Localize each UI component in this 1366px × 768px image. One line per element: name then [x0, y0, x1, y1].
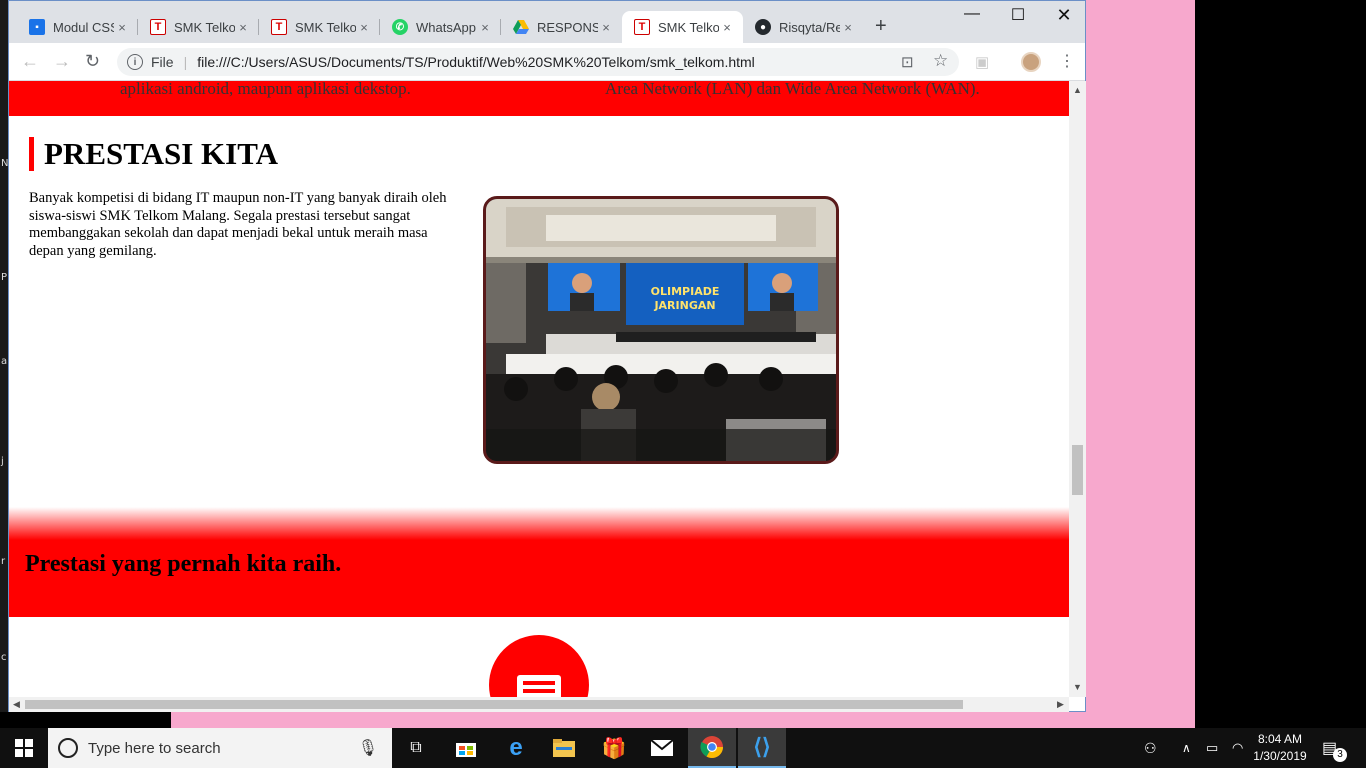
horizontal-scroll-thumb[interactable] [25, 700, 963, 709]
services-text-right: Area Network (LAN) dan Wide Area Network… [605, 81, 980, 98]
vertical-scrollbar[interactable]: ▲ ▼ [1069, 81, 1086, 697]
gift-app-icon[interactable]: 🎁 [590, 728, 638, 768]
taskbar: Type here to search 🎙 ⧉ e 🎁 ⟨⟩ ⚇ ∧ ▭ ◠ 8… [0, 728, 1366, 768]
search-placeholder: Type here to search [88, 739, 221, 757]
services-band: aplikasi android, maupun aplikasi deksto… [9, 81, 1069, 116]
achievement-photo: OLIMPIADE JARINGAN [483, 196, 839, 464]
back-icon[interactable]: ← [21, 51, 39, 72]
scroll-up-icon[interactable]: ▲ [1073, 85, 1082, 95]
tab-close-icon[interactable]: × [114, 20, 130, 35]
scroll-down-icon[interactable]: ▼ [1073, 682, 1082, 692]
github-icon: ● [755, 19, 771, 35]
photo-screen-title-top: OLIMPIADE [651, 285, 720, 298]
tab-close-icon[interactable]: × [840, 20, 856, 35]
tab-github[interactable]: ● Risqyta/Re × [743, 11, 864, 43]
tab-smk-telkom-2[interactable]: T SMK Telkom × [259, 11, 380, 43]
newspaper-icon [517, 675, 561, 697]
telkom-icon: T [150, 19, 166, 35]
tab-whatsapp[interactable]: ✆ WhatsApp × [380, 11, 501, 43]
minimize-icon[interactable]: — [949, 5, 995, 23]
tab-strip: ▪ Modul CSS × T SMK Telkom × T SMK Telko… [9, 1, 1085, 43]
reload-icon[interactable]: ↻ [85, 51, 100, 72]
tab-responsiv[interactable]: RESPONSIV × [501, 11, 622, 43]
translate-icon[interactable]: ⊡ [901, 53, 914, 71]
desktop-wallpaper-dark [1195, 0, 1366, 728]
tab-close-icon[interactable]: × [477, 20, 493, 35]
telkom-icon: T [271, 19, 287, 35]
profile-avatar[interactable] [1021, 52, 1041, 72]
event-photo-illustration: OLIMPIADE JARINGAN [486, 199, 836, 461]
menu-icon[interactable]: ⋮ [1059, 51, 1075, 71]
new-tab-button[interactable]: + [875, 15, 887, 38]
tab-smk-telkom-1[interactable]: T SMK Telkom × [138, 11, 259, 43]
telkom-icon: T [634, 19, 650, 35]
close-window-icon[interactable]: ✕ [1041, 5, 1087, 26]
clock-date: 1/30/2019 [1253, 749, 1307, 763]
edge-icon[interactable]: e [492, 728, 540, 768]
bookmark-star-icon[interactable]: ☆ [933, 51, 948, 71]
wifi-icon[interactable]: ◠ [1232, 728, 1243, 768]
task-view-icon[interactable]: ⧉ [392, 728, 440, 768]
tab-modul-css[interactable]: ▪ Modul CSS × [17, 11, 138, 43]
desktop-wallpaper-strip [0, 712, 171, 728]
services-text-left: aplikasi android, maupun aplikasi deksto… [120, 81, 411, 98]
store-icon[interactable] [442, 728, 490, 768]
forward-icon[interactable]: → [53, 51, 71, 72]
show-hidden-icons-chevron-icon[interactable]: ∧ [1182, 728, 1191, 768]
photo-screen-title-bottom: JARINGAN [653, 299, 715, 312]
start-button[interactable] [0, 728, 48, 768]
clock-time: 8:04 AM [1257, 732, 1303, 746]
url-text[interactable]: file:///C:/Users/ASUS/Documents/TS/Produ… [197, 54, 755, 70]
desktop-wallpaper [1086, 0, 1195, 728]
tab-close-icon[interactable]: × [235, 20, 251, 35]
news-circle-badge[interactable] [489, 635, 589, 697]
cortana-icon [58, 738, 78, 758]
tab-close-icon[interactable]: × [598, 20, 614, 35]
people-icon[interactable]: ⚇ [1144, 728, 1157, 768]
tab-close-icon[interactable]: × [356, 20, 372, 35]
file-explorer-icon[interactable] [540, 728, 588, 768]
address-bar[interactable]: i File | file:///C:/Users/ASUS/Documents… [117, 48, 959, 76]
achievements-band-text: Prestasi yang pernah kita raih. [25, 551, 342, 577]
battery-icon[interactable]: ▭ [1206, 728, 1218, 768]
section-description: Banyak kompetisi di bidang IT maupun non… [29, 190, 447, 259]
achievements-band: Prestasi yang pernah kita raih. [9, 507, 1069, 617]
whatsapp-icon: ✆ [392, 19, 408, 35]
section-title: PRESTASI KITA [29, 137, 278, 171]
maximize-icon[interactable]: ☐ [995, 5, 1041, 25]
desktop-wallpaper-strip-pink [171, 712, 1195, 728]
scroll-right-icon[interactable]: ▶ [1057, 699, 1064, 710]
microphone-icon[interactable]: 🎙 [358, 738, 378, 758]
drive-icon [513, 19, 529, 35]
docs-icon: ▪ [29, 19, 45, 35]
mail-icon[interactable] [638, 728, 686, 768]
windows-icon [15, 739, 33, 757]
chrome-icon[interactable] [688, 728, 736, 768]
notifications-icon[interactable]: ▤ [1322, 728, 1337, 768]
vscode-icon[interactable]: ⟨⟩ [738, 728, 786, 768]
tab-smk-telkom-active[interactable]: T SMK Telkom × [622, 11, 743, 43]
horizontal-scrollbar[interactable]: ◀ ▶ [9, 697, 1069, 712]
extension-icon[interactable]: ▣ [975, 53, 989, 71]
taskbar-search[interactable]: Type here to search 🎙 [48, 728, 392, 768]
tab-close-icon[interactable]: × [719, 20, 735, 35]
notification-count-badge: 3 [1333, 748, 1347, 762]
scroll-left-icon[interactable]: ◀ [13, 699, 20, 710]
browser-window: ▪ Modul CSS × T SMK Telkom × T SMK Telko… [8, 0, 1086, 712]
browser-toolbar: ← → ↻ i File | file:///C:/Users/ASUS/Doc… [9, 43, 1085, 81]
info-icon[interactable]: i [127, 54, 143, 70]
scroll-thumb[interactable] [1072, 445, 1083, 495]
page-viewport: aplikasi android, maupun aplikasi deksto… [9, 81, 1069, 697]
scheme-label: File [151, 54, 174, 70]
system-clock[interactable]: 8:04 AM 1/30/2019 [1250, 731, 1310, 765]
